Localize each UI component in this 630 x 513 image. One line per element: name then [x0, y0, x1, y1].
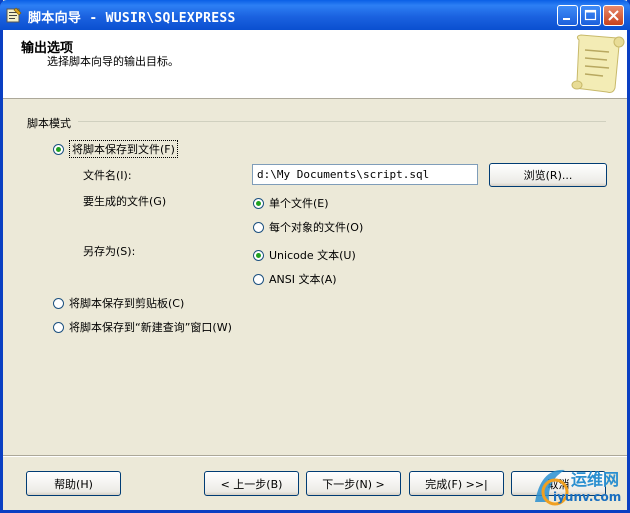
unicode-text-label: Unicode 文本(U)	[269, 249, 356, 262]
files-to-generate-label: 要生成的文件(G)	[83, 195, 167, 208]
next-button[interactable]: 下一步(N) >	[306, 471, 401, 496]
help-button[interactable]: 帮助(H)	[26, 471, 121, 496]
radio-button-unselected[interactable]	[53, 321, 64, 333]
file-name-label: 文件名(I):	[83, 169, 132, 182]
wizard-window: 脚本向导 - WUSIR\SQLEXPRESS 输出选项 选择脚本向导的输出目标…	[0, 0, 630, 513]
wizard-app-icon	[6, 7, 22, 23]
back-button[interactable]: < 上一步(B)	[204, 471, 299, 496]
maximize-button[interactable]	[580, 5, 601, 26]
footer-divider	[3, 455, 627, 457]
browse-button[interactable]: 浏览(R)...	[489, 163, 607, 187]
save-to-file-radio[interactable]: 将脚本保存到文件(F)	[53, 140, 178, 158]
file-name-input[interactable]: d:\My Documents\script.sql	[252, 164, 478, 185]
close-button[interactable]	[603, 5, 624, 26]
scroll-icon	[571, 34, 625, 93]
minimize-button[interactable]	[557, 5, 578, 26]
save-as-label: 另存为(S):	[83, 245, 136, 258]
page-subtitle: 选择脚本向导的输出目标。	[47, 55, 179, 68]
group-divider	[78, 121, 606, 122]
radio-button-unselected[interactable]	[53, 297, 64, 309]
header-panel: 输出选项 选择脚本向导的输出目标。	[3, 30, 627, 99]
watermark-url: iyunv.com	[553, 490, 622, 504]
radio-button-selected[interactable]	[253, 249, 264, 261]
save-to-new-query-label: 将脚本保存到“新建查询”窗口(W)	[69, 321, 232, 334]
radio-button-unselected[interactable]	[253, 273, 264, 285]
file-per-object-label: 每个对象的文件(O)	[269, 221, 364, 234]
single-file-radio[interactable]: 单个文件(E)	[253, 195, 329, 211]
radio-button-selected[interactable]	[253, 197, 264, 209]
save-to-file-label: 将脚本保存到文件(F)	[69, 140, 178, 158]
unicode-text-radio[interactable]: Unicode 文本(U)	[253, 247, 356, 263]
finish-button[interactable]: 完成(F) >>|	[409, 471, 504, 496]
save-to-new-query-radio[interactable]: 将脚本保存到“新建查询”窗口(W)	[53, 319, 232, 335]
single-file-label: 单个文件(E)	[269, 197, 329, 210]
ansi-text-label: ANSI 文本(A)	[269, 273, 337, 286]
maximize-icon	[584, 9, 597, 21]
file-per-object-radio[interactable]: 每个对象的文件(O)	[253, 219, 363, 235]
radio-button-selected[interactable]	[53, 143, 64, 155]
save-to-clipboard-label: 将脚本保存到剪贴板(C)	[69, 297, 185, 310]
close-icon	[608, 10, 619, 21]
ansi-text-radio[interactable]: ANSI 文本(A)	[253, 271, 337, 287]
save-to-clipboard-radio[interactable]: 将脚本保存到剪贴板(C)	[53, 295, 184, 311]
radio-button-unselected[interactable]	[253, 221, 264, 233]
window-title: 脚本向导 - WUSIR\SQLEXPRESS	[28, 11, 236, 26]
script-mode-group-label: 脚本模式	[27, 117, 71, 130]
watermark-text: 运维网	[571, 470, 620, 489]
title-bar[interactable]: 脚本向导 - WUSIR\SQLEXPRESS	[0, 0, 630, 30]
minimize-icon	[563, 18, 570, 20]
